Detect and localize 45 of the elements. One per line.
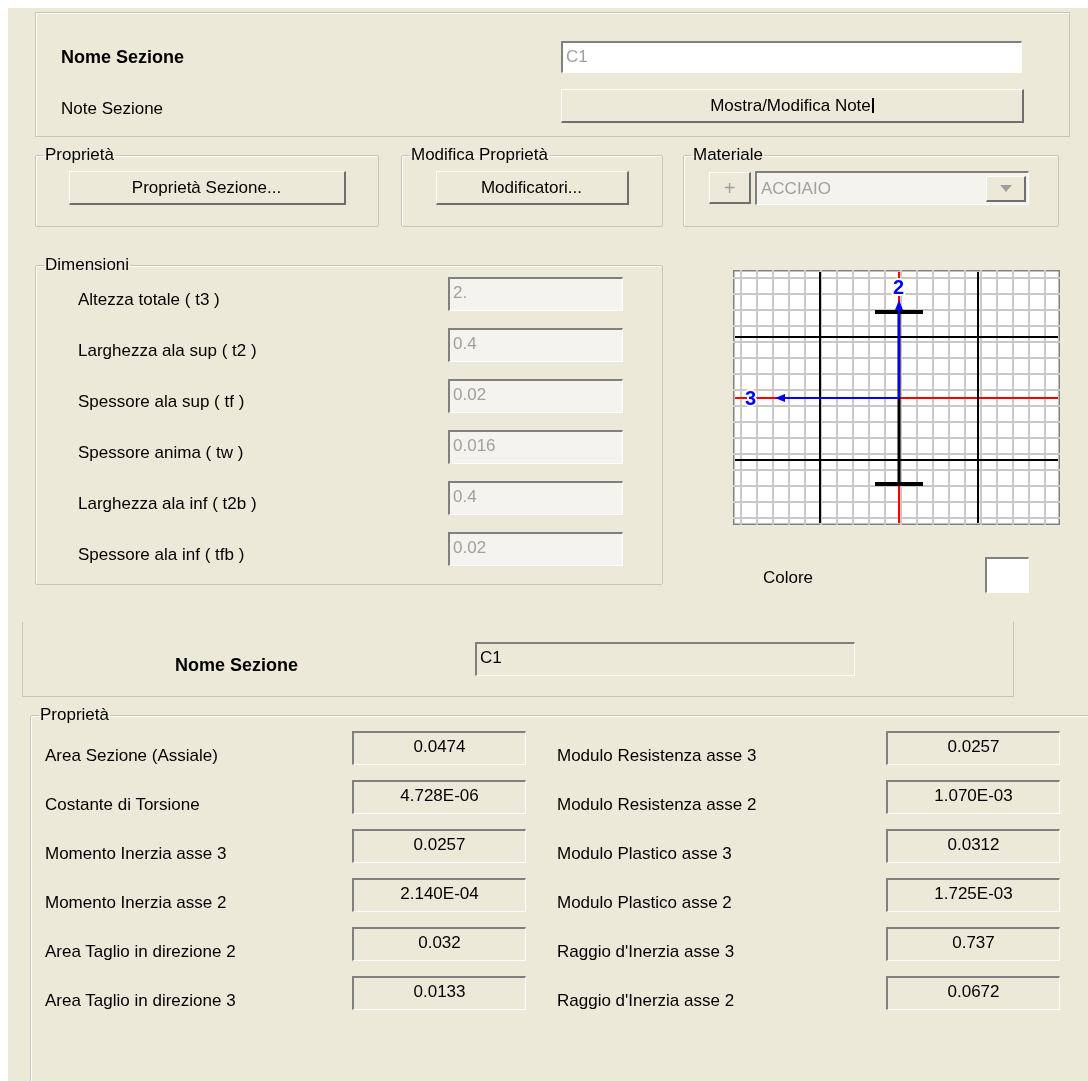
property-label: Modulo Plastico asse 2 <box>557 892 733 914</box>
property-label: Area Taglio in direzione 2 <box>45 941 237 963</box>
property-label: Momento Inerzia asse 2 <box>45 892 228 914</box>
property-label: Raggio d'Inerzia asse 3 <box>557 941 736 963</box>
group-button[interactable]: Proprietà Sezione... <box>68 171 346 205</box>
property-label: Area Taglio in direzione 3 <box>45 990 237 1012</box>
dimension-label: Altezza totale ( t3 ) <box>78 289 221 311</box>
property-label: Modulo Resistenza asse 2 <box>557 794 758 816</box>
group-title: Proprietà <box>44 145 115 165</box>
dimension-label: Spessore ala inf ( tfb ) <box>78 544 246 566</box>
property-label: Modulo Resistenza asse 3 <box>557 745 758 767</box>
dimension-label: Spessore ala sup ( tf ) <box>78 391 246 413</box>
group-button[interactable]: Modificatori... <box>435 171 629 205</box>
value-field: 4.728E-06 <box>352 780 526 814</box>
value-field: 1.070E-03 <box>886 780 1060 814</box>
value-field: 0.0257 <box>352 829 526 863</box>
property-label: Raggio d'Inerzia asse 2 <box>557 990 736 1012</box>
color-label: Colore <box>763 567 815 590</box>
value-field: 2.140E-04 <box>352 878 526 912</box>
value-field: 0.0672 <box>886 976 1060 1010</box>
group-title: Proprietà <box>39 705 110 725</box>
dimension-label: Spessore anima ( tw ) <box>78 442 245 464</box>
text-field[interactable]: C1 <box>475 642 855 676</box>
notes-button[interactable]: Mostra/Modifica Note <box>561 89 1024 123</box>
property-label: Costante di Torsione <box>45 794 201 816</box>
text-cursor-icon <box>871 98 874 113</box>
dimension-label: Larghezza ala sup ( t2 ) <box>78 340 258 362</box>
group-title: Modifica Proprietà <box>410 145 549 165</box>
property-label: Momento Inerzia asse 3 <box>45 843 228 865</box>
value-field: 0.0474 <box>352 731 526 765</box>
group-title: Materiale <box>692 145 764 165</box>
field-label: Note Sezione <box>61 98 165 121</box>
property-label: Area Sezione (Assiale) <box>45 745 219 767</box>
property-label: Modulo Plastico asse 3 <box>557 843 733 865</box>
value-field: 0.0257 <box>886 731 1060 765</box>
value-field: 1.725E-03 <box>886 878 1060 912</box>
color-swatch[interactable] <box>985 557 1029 593</box>
value-field: 0.032 <box>352 927 526 961</box>
field-label: Nome Sezione <box>61 45 186 69</box>
field-label: Nome Sezione <box>175 653 300 677</box>
value-field: 0.0312 <box>886 829 1060 863</box>
dimension-label: Larghezza ala inf ( t2b ) <box>78 493 258 515</box>
group-title: Dimensioni <box>44 255 131 275</box>
value-field: 0.0133 <box>352 976 526 1010</box>
value-field: 0.737 <box>886 927 1060 961</box>
